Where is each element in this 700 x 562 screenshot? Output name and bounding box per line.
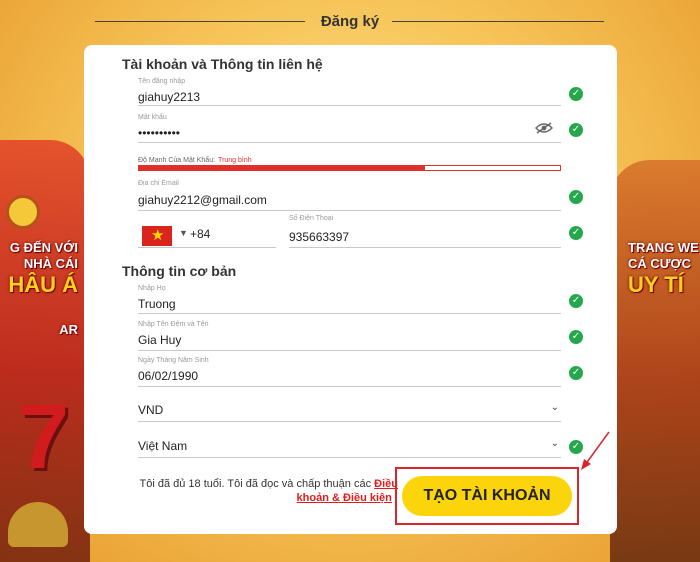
username-label: Tên đăng nhập: [138, 78, 186, 85]
birthdate-valid-check-icon: ✓: [569, 366, 583, 380]
email-valid-check-icon: ✓: [569, 190, 583, 204]
last-name-valid-check-icon: ✓: [569, 294, 583, 308]
password-field[interactable]: Mật khẩu ••••••••••: [138, 114, 561, 143]
chevron-down-icon: ⌄: [550, 402, 559, 413]
first-name-valid-check-icon: ✓: [569, 330, 583, 344]
birthdate-value: 06/02/1990: [138, 369, 199, 383]
password-value: ••••••••••: [138, 126, 181, 140]
basic-section-title: Thông tin cơ bản: [122, 263, 237, 279]
page-title: Đăng ký: [320, 13, 380, 30]
phone-field[interactable]: Số Điện Thoại 935663397: [289, 215, 561, 248]
last-name-field[interactable]: Nhập Họ Truong: [138, 285, 561, 314]
birthdate-label: Ngày Tháng Năm Sinh: [138, 357, 209, 364]
password-strength-label: Độ Mạnh Của Mật Khẩu: Trung bình: [138, 157, 252, 164]
phone-value: 935663397: [289, 230, 350, 244]
phone-valid-check-icon: ✓: [569, 226, 583, 240]
email-field[interactable]: Địa chỉ Email giahuy2212@gmail.com: [138, 180, 561, 211]
phone-label: Số Điện Thoại: [289, 215, 334, 222]
country-select[interactable]: Việt Nam ⌄: [138, 434, 561, 458]
cta-highlight-box: TẠO TÀI KHOẢN: [395, 467, 579, 525]
email-value: giahuy2212@gmail.com: [138, 193, 267, 207]
birthdate-field[interactable]: Ngày Tháng Năm Sinh 06/02/1990: [138, 357, 561, 387]
left-banner-text: G ĐẾN VỚI NHÀ CÁI HÂU Á AR: [8, 240, 78, 337]
coin-decoration: [6, 195, 40, 229]
last-name-label: Nhập Họ: [138, 285, 166, 292]
hide-password-eye-icon[interactable]: [535, 122, 553, 134]
username-value: giahuy2213: [138, 90, 201, 104]
password-strength-level: Trung bình: [218, 157, 252, 164]
country-code-value: +84: [190, 227, 211, 241]
account-section-title: Tài khoản và Thông tin liên hệ: [122, 56, 323, 72]
password-strength-fill: [139, 166, 426, 170]
last-name-value: Truong: [138, 297, 176, 311]
country-code-caret-icon: ▼: [179, 228, 188, 238]
country-code-select[interactable]: ★ ▼ +84: [138, 223, 276, 248]
right-banner-text: TRANG WE CÁ CƯỢC UY TÍ: [628, 240, 699, 297]
slot-seven-decoration: 7: [18, 386, 70, 488]
email-label: Địa chỉ Email: [138, 180, 179, 187]
country-valid-check-icon: ✓: [569, 440, 583, 454]
country-value: Việt Nam: [138, 439, 188, 453]
username-valid-check-icon: ✓: [569, 87, 583, 101]
chevron-down-icon: ⌄: [550, 438, 559, 449]
password-label: Mật khẩu: [138, 114, 167, 121]
first-name-value: Gia Huy: [138, 333, 182, 347]
password-strength-bar: [138, 165, 561, 171]
registration-form: Tài khoản và Thông tin liên hệ Tên đăng …: [84, 45, 617, 534]
vietnam-flag-icon: ★: [142, 226, 172, 246]
first-name-field[interactable]: Nhập Tên Đệm và Tên Gia Huy: [138, 321, 561, 351]
terms-text: Tôi đã đủ 18 tuổi. Tôi đã đọc và chấp th…: [139, 478, 398, 504]
currency-select[interactable]: VND ⌄: [138, 398, 561, 422]
username-field[interactable]: Tên đăng nhập giahuy2213: [138, 78, 561, 106]
create-account-button[interactable]: TẠO TÀI KHOẢN: [402, 476, 572, 516]
currency-value: VND: [138, 403, 164, 417]
right-banner-decoration: [610, 160, 700, 562]
password-valid-check-icon: ✓: [569, 123, 583, 137]
first-name-label: Nhập Tên Đệm và Tên: [138, 321, 209, 328]
